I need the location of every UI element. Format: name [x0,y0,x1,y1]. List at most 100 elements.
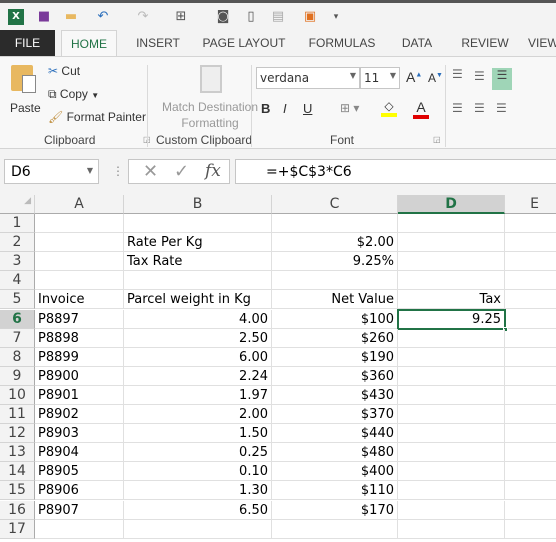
font-name-dropdown[interactable]: verdana ▼ [256,67,360,89]
cell-b10[interactable]: 1.97 [124,385,272,405]
layout-icon[interactable]: ⊞ [173,9,189,25]
borders-icon[interactable]: ⊞ ▾ [340,101,359,115]
cell-c5[interactable]: Net Value [272,290,398,310]
tab-page-layout[interactable]: PAGE LAYOUT [196,30,292,56]
cell-d5[interactable]: Tax [398,290,505,310]
cell-c9[interactable]: $360 [272,366,398,386]
cell-e16[interactable] [505,501,556,520]
cell-a3[interactable] [35,252,124,272]
cell-d12[interactable] [398,424,505,444]
cell-c6[interactable]: $100 [272,309,398,329]
row-header[interactable]: 6 [0,309,35,329]
camera-icon[interactable]: ◙ [215,9,231,25]
cell-c2[interactable]: $2.00 [272,233,398,253]
cell-d6[interactable]: 9.25 [398,309,505,329]
cell-c12[interactable]: $440 [272,424,398,444]
cell-a14[interactable]: P8905 [35,462,124,482]
cell-b2[interactable]: Rate Per Kg [124,233,272,253]
row-header[interactable]: 2 [0,233,35,253]
cell-c16[interactable]: $170 [272,500,398,520]
cell-d1[interactable] [398,214,505,233]
insert-function-icon[interactable]: fx [205,161,221,181]
cut-button[interactable]: ✂ Cut [48,64,80,78]
row-header[interactable]: 7 [0,328,35,348]
column-header-d[interactable]: D [398,195,505,214]
row-header[interactable]: 16 [0,500,35,520]
select-all-button[interactable]: ◢ [0,195,35,214]
cell-d4[interactable] [398,271,505,291]
cell-d8[interactable] [398,347,505,367]
align-right-icon[interactable]: ☰ [496,101,507,115]
align-center-icon[interactable]: ☰ [474,101,485,115]
dialog-launcher-icon[interactable]: ◲ [433,135,441,144]
cell-b1[interactable] [124,214,272,233]
formula-input[interactable]: =+$C$3*C6 [235,159,556,184]
cell-b17[interactable] [124,519,272,539]
cell-d15[interactable] [398,481,505,501]
cell-e13[interactable] [505,443,556,463]
cell-b14[interactable]: 0.10 [124,462,272,482]
column-header-e[interactable]: E [505,195,556,214]
row-header[interactable]: 15 [0,481,35,501]
column-header-c[interactable]: C [272,195,398,214]
cell-b16[interactable]: 6.50 [124,500,272,520]
cell-d3[interactable] [398,252,505,272]
row-header[interactable]: 10 [0,385,35,405]
cell-c1[interactable] [272,214,398,233]
cell-d7[interactable] [398,328,505,348]
cell-a5[interactable]: Invoice [35,290,124,310]
match-destination-formatting-button[interactable]: Match Destination Formatting [154,99,266,131]
cell-c17[interactable] [272,519,398,539]
tab-view[interactable]: VIEW [528,30,556,56]
tab-formulas[interactable]: FORMULAS [302,30,382,56]
cell-a6[interactable]: P8897 [35,309,124,329]
row-header[interactable]: 14 [0,462,35,482]
cell-e12[interactable] [505,424,556,444]
cell-a11[interactable]: P8902 [35,405,124,424]
cell-b4[interactable] [124,271,272,291]
tab-file[interactable]: FILE [0,30,55,56]
fill-color-icon[interactable]: ◇ [381,99,397,117]
cell-a1[interactable] [35,214,124,233]
clipboard-icon[interactable]: ▤ [270,9,286,25]
cell-e8[interactable] [505,348,556,367]
cell-e15[interactable] [505,481,556,501]
italic-button[interactable]: I [283,101,287,116]
increase-font-icon[interactable]: A▲ [406,69,422,85]
undo-icon[interactable]: ↶ [95,9,111,25]
tab-review[interactable]: REVIEW [455,30,515,56]
cell-d2[interactable] [398,233,505,253]
cell-a8[interactable]: P8899 [35,347,124,367]
cell-a16[interactable]: P8907 [35,500,124,520]
cell-c11[interactable]: $370 [272,405,398,424]
font-size-dropdown[interactable]: 11 ▼ [360,67,400,89]
font-color-icon[interactable]: A [413,99,429,119]
cell-e2[interactable] [505,233,556,253]
enter-icon[interactable]: ✓ [174,161,189,182]
cell-b5[interactable]: Parcel weight in Kg [124,290,272,310]
cell-a2[interactable] [35,233,124,253]
cell-d11[interactable] [398,405,505,424]
cell-c8[interactable]: $190 [272,347,398,367]
redo-icon[interactable]: ↷ [135,9,151,25]
cell-d14[interactable] [398,462,505,482]
tab-data[interactable]: DATA [392,30,442,56]
row-header[interactable]: 12 [0,424,35,444]
cell-b13[interactable]: 0.25 [124,443,272,463]
cell-d17[interactable] [398,519,505,539]
cell-d10[interactable] [398,385,505,405]
align-left-icon[interactable]: ☰ [452,101,463,115]
cell-c4[interactable] [272,271,398,291]
cell-c13[interactable]: $480 [272,443,398,463]
customize-icon[interactable]: ▾ [328,9,344,25]
cell-a9[interactable]: P8900 [35,366,124,386]
cell-e7[interactable] [505,329,556,348]
row-header[interactable]: 11 [0,405,35,424]
paste-button[interactable]: Paste [8,61,41,121]
cell-c10[interactable]: $430 [272,385,398,405]
cell-b15[interactable]: 1.30 [124,481,272,501]
row-header[interactable]: 8 [0,347,35,367]
cancel-icon[interactable]: ✕ [143,161,158,182]
underline-button[interactable]: U [303,101,312,116]
cell-e6[interactable] [505,310,556,329]
